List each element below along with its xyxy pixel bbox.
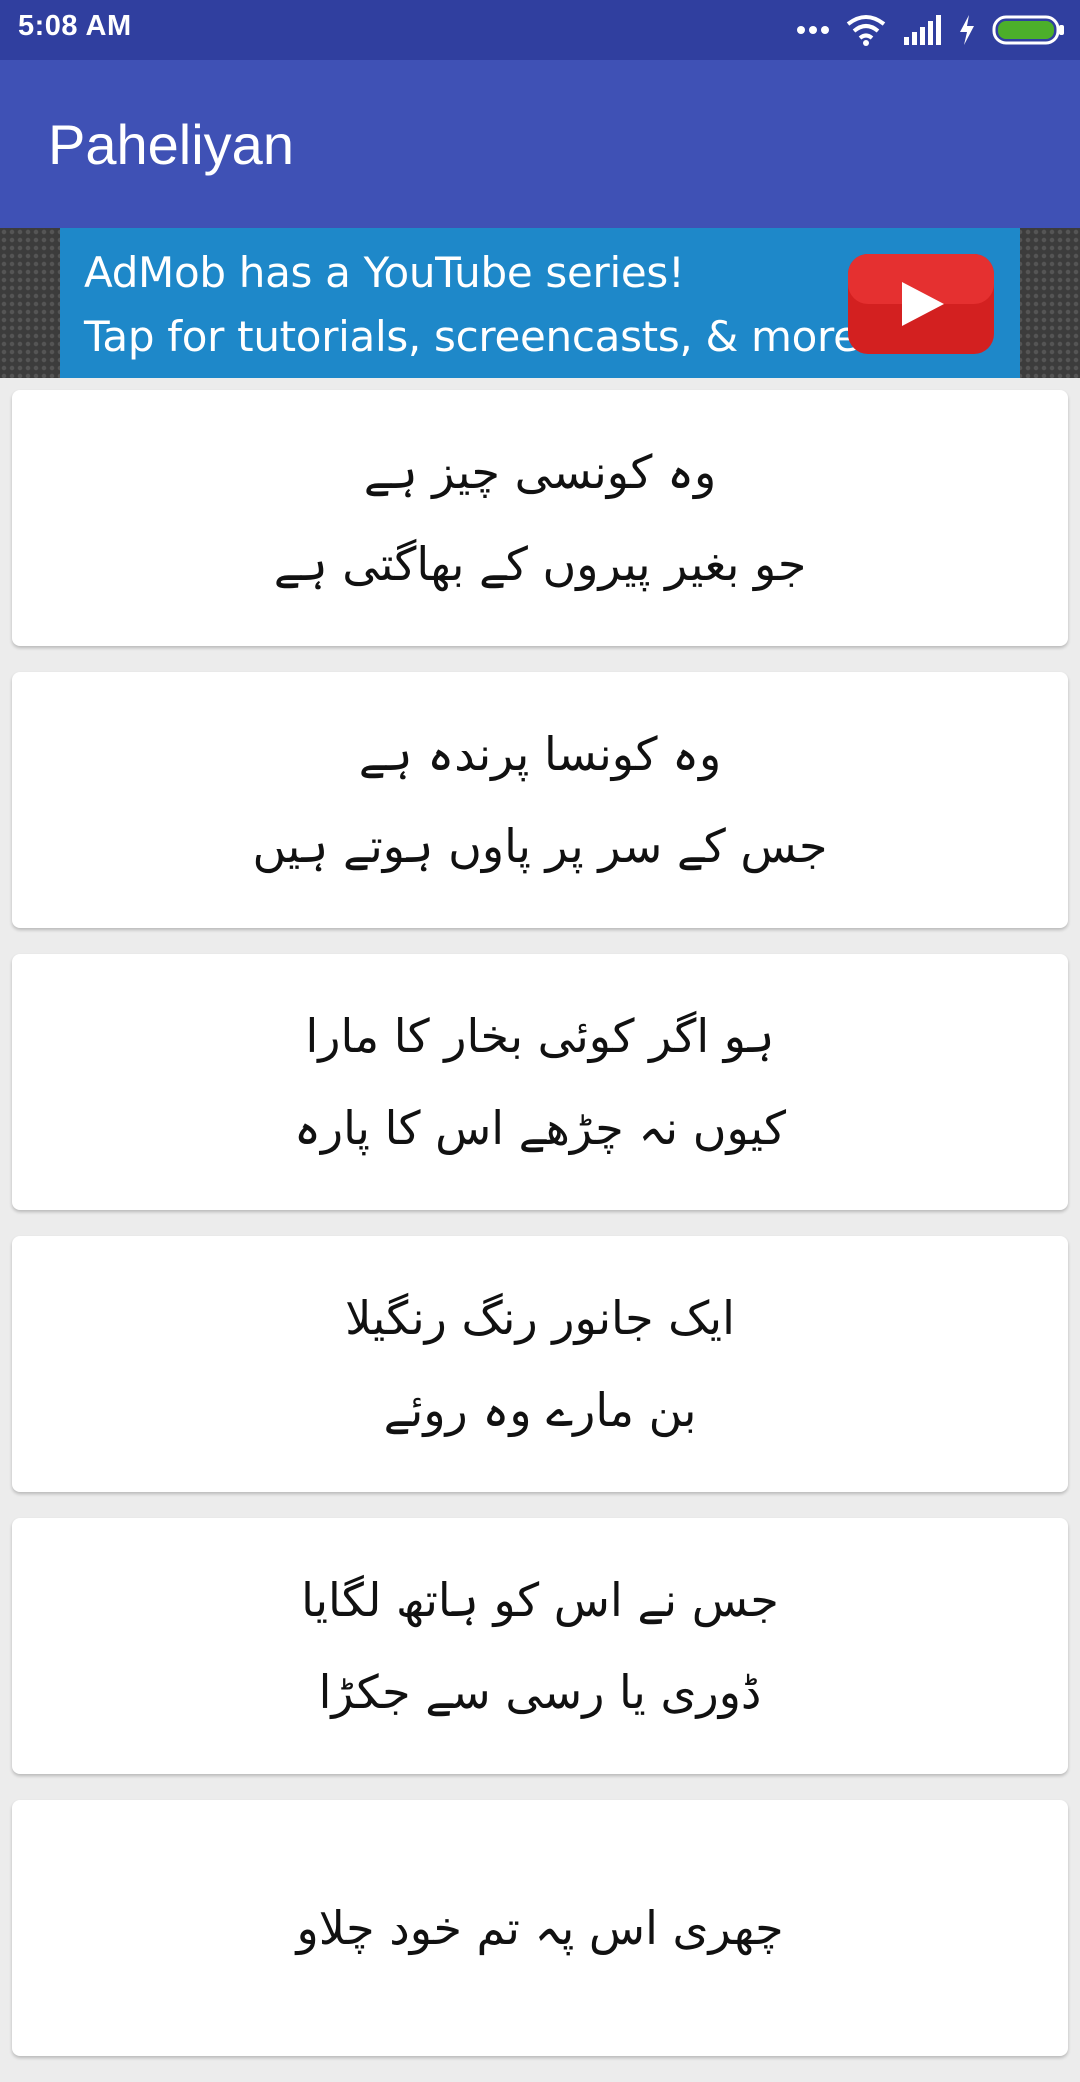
riddle-line-1: وہ کونسا پرندہ ہے [358, 727, 722, 781]
riddle-line-2: ڈوری یا رسی سے جکڑا [318, 1665, 762, 1719]
riddle-card[interactable]: جس نے اس کو ہاتھ لگایا ڈوری یا رسی سے جک… [12, 1518, 1068, 1774]
riddle-card[interactable]: وہ کونسی چیز ہے جو بغیر پیروں کے بھاگتی … [12, 390, 1068, 646]
riddle-line-2: بن مارے وہ روئے [383, 1383, 697, 1437]
riddle-line-1: ہو اگر کوئی بخار کا مارا [305, 1009, 775, 1063]
ad-text-line-1: AdMob has a YouTube series! [84, 248, 685, 297]
more-dots-icon [797, 26, 829, 34]
charging-icon [960, 15, 974, 45]
riddle-line-1: ایک جانور رنگ رنگیلا [345, 1291, 735, 1345]
riddle-line-2: کیوں نہ چڑھے اس کا پارہ [293, 1101, 787, 1155]
wifi-icon [846, 15, 886, 46]
ad-text-line-2: Tap for tutorials, screencasts, & more. [84, 312, 872, 361]
status-time: 5:08 AM [18, 10, 132, 42]
app-title: Paheliyan [48, 113, 294, 176]
riddle-card[interactable]: چھری اس پہ تم خود چلاو [12, 1800, 1068, 2056]
riddle-line-1: جس نے اس کو ہاتھ لگایا [301, 1573, 779, 1627]
youtube-play-icon[interactable] [846, 252, 996, 356]
status-icons [780, 12, 1066, 48]
riddle-line-2: جو بغیر پیروں کے بھاگتی ہے [273, 537, 807, 591]
riddle-card[interactable]: ہو اگر کوئی بخار کا مارا کیوں نہ چڑھے اس… [12, 954, 1068, 1210]
riddle-line-1: وہ کونسی چیز ہے [363, 445, 717, 499]
app-bar: Paheliyan [0, 60, 1080, 228]
riddle-card[interactable]: وہ کونسا پرندہ ہے جس کے سر پر پاوں ہوتے … [12, 672, 1068, 928]
status-bar: 5:08 AM [0, 0, 1080, 60]
ad-banner[interactable]: AdMob has a YouTube series! Tap for tuto… [60, 228, 1020, 378]
battery-icon [992, 15, 1064, 45]
riddle-card[interactable]: ایک جانور رنگ رنگیلا بن مارے وہ روئے [12, 1236, 1068, 1492]
ad-strip: AdMob has a YouTube series! Tap for tuto… [0, 228, 1080, 378]
riddle-line-1: چھری اس پہ تم خود چلاو [296, 1901, 784, 1955]
riddle-line-2: جس کے سر پر پاوں ہوتے ہیں [252, 819, 828, 873]
signal-icon [904, 15, 941, 45]
riddle-list: وہ کونسی چیز ہے جو بغیر پیروں کے بھاگتی … [12, 390, 1068, 2082]
